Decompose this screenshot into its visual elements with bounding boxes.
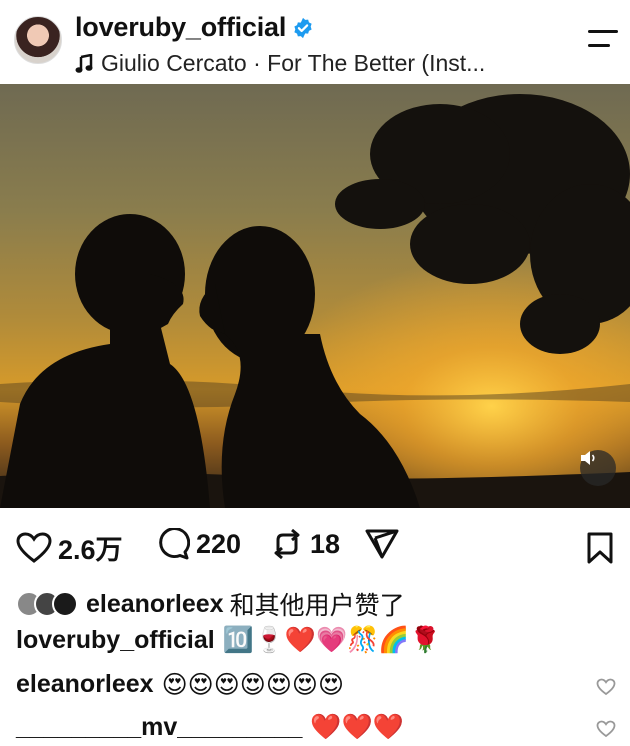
caption-username[interactable]: loveruby_official: [16, 626, 215, 655]
mute-icon: [581, 451, 595, 465]
share-button[interactable]: [364, 528, 400, 560]
menu-icon[interactable]: [588, 30, 618, 50]
comment-button[interactable]: 220: [156, 528, 241, 560]
comment-count: 220: [196, 528, 242, 559]
comment-like-icon[interactable]: [596, 678, 616, 696]
bookmark-button[interactable]: [586, 532, 614, 569]
repost-button[interactable]: 18: [270, 528, 340, 560]
music-row[interactable]: Giulio Cercato · For The Better (Inst...: [75, 50, 485, 77]
bookmark-icon: [587, 532, 613, 564]
avatar: [52, 591, 78, 617]
mute-button[interactable]: [580, 450, 616, 486]
silhouette-image: [0, 84, 630, 508]
comment-username[interactable]: _________mv_________: [16, 713, 302, 742]
repost-count: 18: [310, 528, 341, 559]
comment-text: ❤️❤️❤️: [310, 712, 404, 741]
verified-icon: [294, 17, 312, 38]
music-note-icon: [75, 53, 93, 73]
repost-icon: [274, 528, 300, 560]
post-header: loveruby_official Giulio Cercato · For T…: [0, 0, 630, 84]
liker-avatars: [16, 591, 78, 617]
heart-icon: [16, 531, 52, 563]
caption-row: loveruby_official 🔟🍷❤️💗🎊🌈🌹: [16, 625, 441, 655]
comment-row: eleanorleex 😍😍😍😍😍😍😍: [16, 670, 344, 699]
comment-icon: [159, 528, 190, 560]
username[interactable]: loveruby_official: [75, 12, 286, 43]
caption-text: 🔟🍷❤️💗🎊🌈🌹: [222, 625, 441, 654]
comment-row: _________mv_________ ❤️❤️❤️: [16, 712, 404, 742]
post-image[interactable]: [0, 84, 630, 508]
liked-by-suffix: 和其他用户赞了: [229, 592, 405, 620]
music-title: Giulio Cercato · For The Better (Inst...: [101, 50, 486, 76]
like-count: 2.6万: [58, 535, 123, 565]
username-row: loveruby_official: [75, 12, 314, 43]
comment-text: 😍😍😍😍😍😍😍: [161, 670, 345, 699]
avatar[interactable]: [14, 16, 62, 64]
comment-username[interactable]: eleanorleex: [16, 670, 154, 699]
send-icon: [365, 529, 399, 559]
like-button[interactable]: 2.6万: [16, 528, 123, 567]
action-bar: 2.6万 220 18: [0, 508, 630, 584]
comment-like-icon[interactable]: [596, 720, 616, 738]
liker-username[interactable]: eleanorleex: [86, 590, 224, 619]
liked-by-row[interactable]: eleanorleex 和其他用户赞了: [16, 586, 405, 622]
